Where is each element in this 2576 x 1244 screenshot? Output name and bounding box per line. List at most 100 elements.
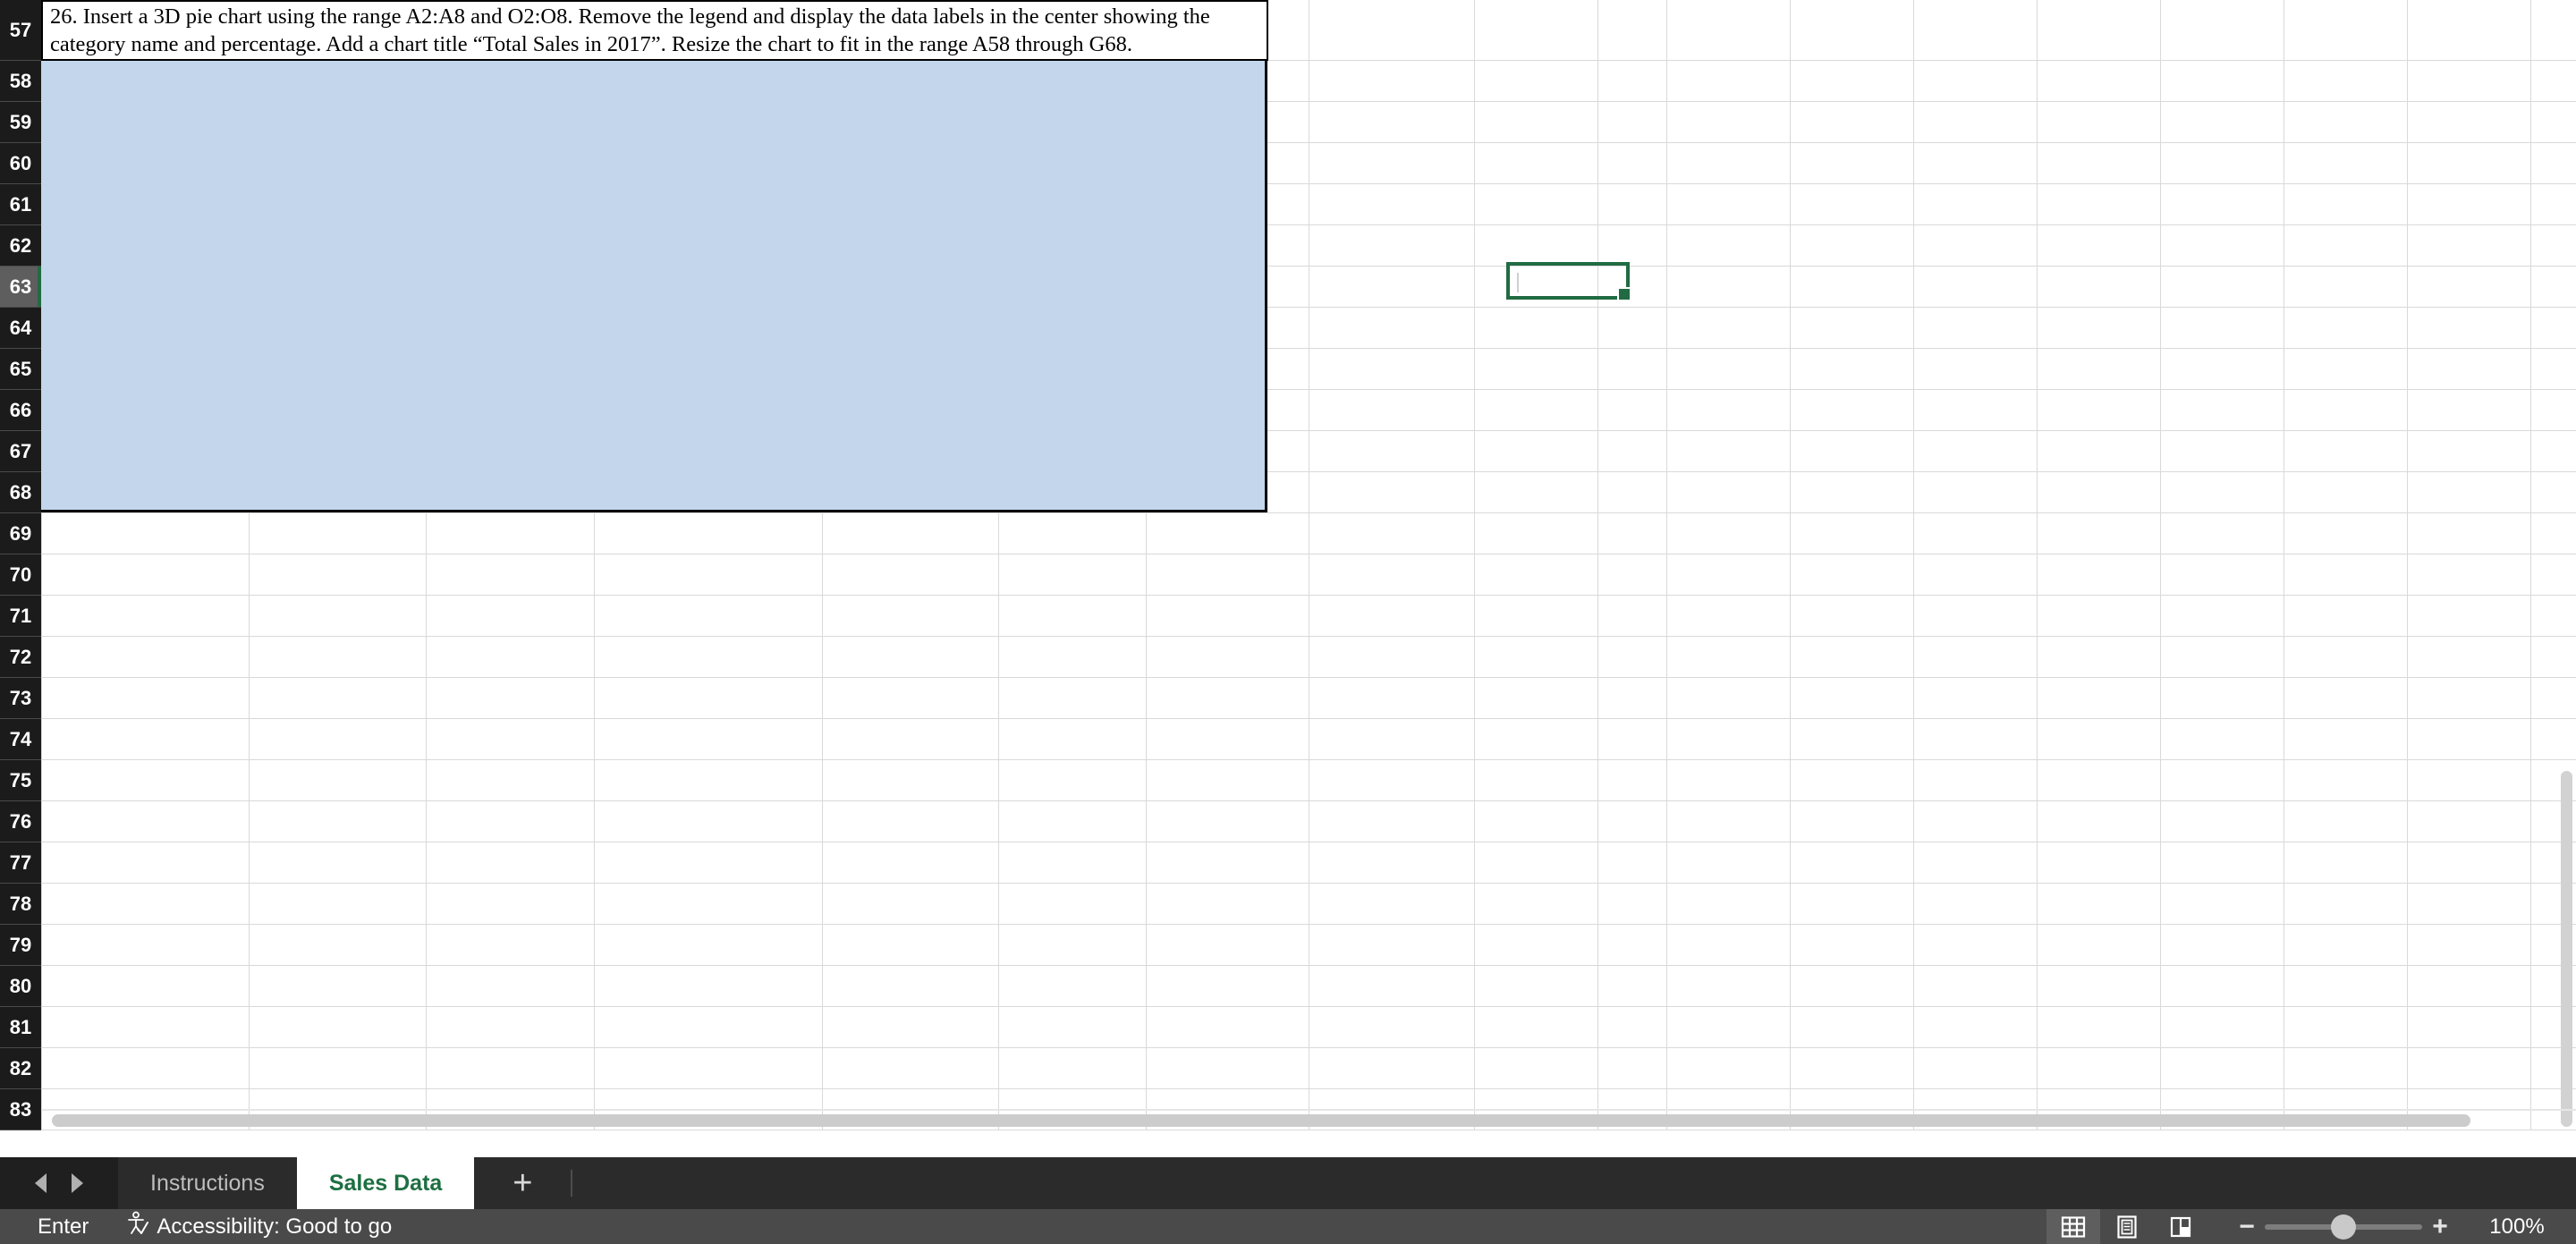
row-header-label: 57 bbox=[9, 18, 32, 41]
horizontal-scrollbar-thumb[interactable] bbox=[52, 1114, 2470, 1127]
row-header-label: 83 bbox=[9, 1097, 32, 1121]
page-break-preview-button[interactable] bbox=[2154, 1209, 2207, 1244]
zoom-level-label[interactable]: 100% bbox=[2458, 1214, 2576, 1240]
row-header-82[interactable]: 82 bbox=[0, 1048, 41, 1089]
row-header-label: 61 bbox=[9, 192, 32, 216]
sheet-tab-bar: Instructions Sales Data + bbox=[0, 1157, 2576, 1209]
row-header-73[interactable]: 73 bbox=[0, 678, 41, 719]
row-header-label: 78 bbox=[9, 892, 32, 915]
row-header-57[interactable]: 57 bbox=[0, 0, 41, 61]
row-header-label: 74 bbox=[9, 727, 32, 750]
row-header-label: 67 bbox=[9, 439, 32, 462]
row-header-label: 79 bbox=[9, 933, 32, 956]
sheet-tab-sales-data[interactable]: Sales Data bbox=[296, 1157, 475, 1209]
zoom-slider-thumb[interactable] bbox=[2331, 1214, 2356, 1240]
row-header-64[interactable]: 64 bbox=[0, 308, 41, 349]
row-header-74[interactable]: 74 bbox=[0, 719, 41, 760]
row-header-63[interactable]: 63 bbox=[0, 267, 41, 308]
row-header-77[interactable]: 77 bbox=[0, 842, 41, 884]
row-header-80[interactable]: 80 bbox=[0, 966, 41, 1007]
row-header-71[interactable]: 71 bbox=[0, 596, 41, 637]
row-header-label: 77 bbox=[9, 850, 32, 874]
chart-area-placeholder[interactable] bbox=[41, 61, 1267, 512]
row-header-66[interactable]: 66 bbox=[0, 390, 41, 431]
grid-vline bbox=[2160, 0, 2161, 1130]
page-break-preview-icon bbox=[2170, 1216, 2191, 1237]
row-header-label: 73 bbox=[9, 686, 32, 709]
add-sheet-button[interactable]: + bbox=[474, 1157, 572, 1209]
row-header-62[interactable]: 62 bbox=[0, 225, 41, 267]
row-header-label: 69 bbox=[9, 521, 32, 545]
row-header-label: 62 bbox=[9, 233, 32, 257]
status-bar: Enter Accessibility: Good to go − + 100% bbox=[0, 1209, 2576, 1244]
zoom-slider[interactable] bbox=[2265, 1214, 2422, 1240]
page-layout-view-button[interactable] bbox=[2100, 1209, 2154, 1244]
accessibility-icon bbox=[126, 1211, 149, 1242]
row-header-69[interactable]: 69 bbox=[0, 513, 41, 554]
row-header-67[interactable]: 67 bbox=[0, 431, 41, 472]
instruction-cell-text: 26. Insert a 3D pie chart using the rang… bbox=[50, 4, 1210, 56]
row-header-72[interactable]: 72 bbox=[0, 637, 41, 678]
instruction-cell[interactable]: 26. Insert a 3D pie chart using the rang… bbox=[41, 0, 1268, 61]
row-header-label: 66 bbox=[9, 398, 32, 421]
normal-view-icon bbox=[2061, 1215, 2086, 1238]
tab-bar-divider bbox=[571, 1170, 573, 1197]
row-header-label: 82 bbox=[9, 1056, 32, 1079]
zoom-out-button[interactable]: − bbox=[2229, 1213, 2265, 1240]
grid-vline bbox=[1474, 0, 1475, 1130]
row-header-68[interactable]: 68 bbox=[0, 472, 41, 513]
row-header-78[interactable]: 78 bbox=[0, 884, 41, 925]
row-header-76[interactable]: 76 bbox=[0, 801, 41, 842]
row-header-79[interactable]: 79 bbox=[0, 925, 41, 966]
row-header-label: 65 bbox=[9, 357, 32, 380]
row-header-label: 76 bbox=[9, 809, 32, 833]
vertical-scrollbar[interactable] bbox=[2556, 0, 2576, 1130]
row-header-59[interactable]: 59 bbox=[0, 102, 41, 143]
grid-vline bbox=[2530, 0, 2531, 1130]
row-header-label: 63 bbox=[9, 275, 32, 298]
row-header-label: 60 bbox=[9, 151, 32, 174]
row-header-label: 59 bbox=[9, 110, 32, 133]
sheet-tab-label: Instructions bbox=[150, 1170, 265, 1196]
status-mode-label: Enter bbox=[38, 1214, 89, 1239]
worksheet-grid[interactable]: 26. Insert a 3D pie chart using the rang… bbox=[0, 0, 2576, 1130]
row-header-label: 70 bbox=[9, 563, 32, 586]
row-header-81[interactable]: 81 bbox=[0, 1007, 41, 1048]
row-header-label: 68 bbox=[9, 480, 32, 504]
excel-window: 26. Insert a 3D pie chart using the rang… bbox=[0, 0, 2576, 1244]
row-header-label: 64 bbox=[9, 316, 32, 339]
row-header-60[interactable]: 60 bbox=[0, 143, 41, 184]
accessibility-status[interactable]: Accessibility: Good to go bbox=[126, 1211, 392, 1242]
row-header-65[interactable]: 65 bbox=[0, 349, 41, 390]
row-header-61[interactable]: 61 bbox=[0, 184, 41, 225]
grid-vline bbox=[1666, 0, 1667, 1130]
text-caret bbox=[1517, 273, 1519, 292]
next-sheet-arrow-icon[interactable] bbox=[72, 1173, 83, 1193]
horizontal-scrollbar[interactable] bbox=[41, 1111, 2576, 1130]
active-cell-selection[interactable] bbox=[1506, 262, 1631, 301]
row-header-83[interactable]: 83 bbox=[0, 1089, 41, 1130]
fill-handle[interactable] bbox=[1617, 287, 1631, 301]
row-header-gutter[interactable]: 57 58 59 60 61 62 63 64 65 66 67 68 69 70 71 72 73 74 75 76… bbox=[0, 0, 41, 1130]
row-header-70[interactable]: 70 bbox=[0, 554, 41, 596]
row-header-label: 80 bbox=[9, 974, 32, 997]
sheet-tab-instructions[interactable]: Instructions bbox=[118, 1157, 297, 1209]
previous-sheet-arrow-icon[interactable] bbox=[35, 1173, 47, 1193]
vertical-scrollbar-thumb[interactable] bbox=[2561, 771, 2572, 1127]
row-header-label: 58 bbox=[9, 69, 32, 92]
accessibility-label: Accessibility: Good to go bbox=[157, 1214, 393, 1239]
row-header-label: 72 bbox=[9, 645, 32, 668]
normal-view-button[interactable] bbox=[2046, 1209, 2100, 1244]
zoom-in-button[interactable]: + bbox=[2422, 1213, 2458, 1240]
grid-vline bbox=[2407, 0, 2408, 1130]
grid-vline bbox=[1597, 0, 1598, 1130]
row-header-label: 81 bbox=[9, 1015, 32, 1038]
sheet-tabs[interactable]: Instructions Sales Data + bbox=[118, 1157, 573, 1209]
grid-vline bbox=[2037, 0, 2038, 1130]
row-header-75[interactable]: 75 bbox=[0, 760, 41, 801]
row-header-label: 71 bbox=[9, 604, 32, 627]
zoom-controls[interactable]: − + bbox=[2229, 1213, 2458, 1240]
sheet-nav-arrows[interactable] bbox=[0, 1157, 118, 1209]
grid-vline bbox=[1790, 0, 1791, 1130]
row-header-58[interactable]: 58 bbox=[0, 61, 41, 102]
